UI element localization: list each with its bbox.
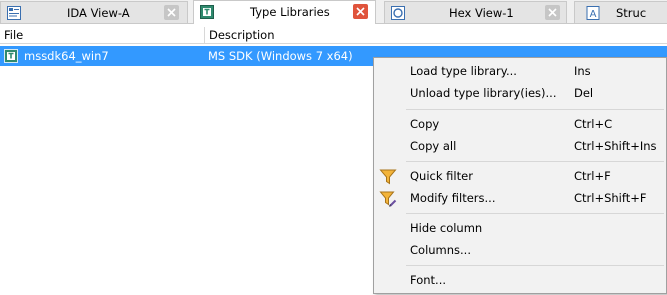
menu-item-unload-type-library[interactable]: Unload type library(ies)... Del (376, 82, 665, 104)
menu-item-shortcut: Ctrl+F (574, 169, 611, 183)
menu-item-load-type-library[interactable]: Load type library... Ins (376, 60, 665, 82)
menu-separator (406, 161, 664, 162)
tab-label: Struc (616, 6, 647, 20)
close-icon[interactable] (164, 5, 179, 20)
tab-label: IDA View-A (67, 6, 130, 20)
tab-bar: IDA View-A Type Libraries Hex View-1 A S… (0, 0, 667, 24)
menu-item-hide-column[interactable]: Hide column (376, 217, 665, 239)
type-library-icon (4, 49, 18, 63)
menu-item-label: Columns... (410, 243, 471, 257)
menu-item-label: Font... (410, 273, 447, 287)
menu-item-shortcut: Ctrl+Shift+F (574, 191, 647, 205)
hex-view-icon (391, 6, 405, 20)
row-file-name: mssdk64_win7 (24, 49, 109, 63)
tab-label: Type Libraries (250, 5, 330, 19)
funnel-edit-icon (379, 191, 397, 207)
type-library-icon (200, 5, 214, 19)
menu-item-label: Hide column (410, 221, 483, 235)
tab-type-libraries[interactable]: Type Libraries (193, 0, 376, 24)
menu-item-label: Load type library... (410, 64, 517, 78)
menu-item-shortcut: Ins (574, 64, 591, 78)
menu-item-label: Quick filter (410, 169, 473, 183)
structures-icon: A (586, 6, 600, 20)
row-description: MS SDK (Windows 7 x64) (208, 49, 353, 63)
column-header-description[interactable]: Description (205, 25, 505, 44)
menu-item-label: Modify filters... (410, 191, 496, 205)
menu-separator (406, 213, 664, 214)
menu-item-font[interactable]: Font... (376, 269, 665, 291)
context-menu: Load type library... Ins Unload type lib… (373, 57, 667, 294)
menu-item-shortcut: Ctrl+C (574, 117, 613, 131)
menu-item-copy[interactable]: Copy Ctrl+C (376, 113, 665, 135)
menu-item-label: Copy all (410, 139, 457, 153)
menu-item-modify-filters[interactable]: Modify filters... Ctrl+Shift+F (376, 187, 665, 209)
menu-item-columns[interactable]: Columns... (376, 239, 665, 261)
close-icon[interactable] (353, 4, 368, 19)
menu-item-label: Copy (410, 117, 440, 131)
ida-view-icon (7, 6, 21, 20)
menu-separator (406, 265, 664, 266)
tab-hex-view-1[interactable]: Hex View-1 (384, 1, 567, 23)
tab-label: Hex View-1 (449, 6, 514, 20)
menu-separator (406, 109, 664, 110)
tab-structures[interactable]: A Struc (574, 1, 667, 23)
table-header: File Description (0, 25, 667, 44)
tab-ida-view-a[interactable]: IDA View-A (0, 1, 188, 23)
svg-text:A: A (590, 9, 597, 20)
column-header-file[interactable]: File (0, 25, 205, 44)
menu-item-quick-filter[interactable]: Quick filter Ctrl+F (376, 165, 665, 187)
funnel-icon (379, 169, 397, 185)
menu-item-shortcut: Del (574, 86, 594, 100)
menu-item-copy-all[interactable]: Copy all Ctrl+Shift+Ins (376, 135, 665, 157)
close-icon[interactable] (545, 5, 560, 20)
menu-item-label: Unload type library(ies)... (410, 86, 557, 100)
menu-item-shortcut: Ctrl+Shift+Ins (574, 139, 657, 153)
